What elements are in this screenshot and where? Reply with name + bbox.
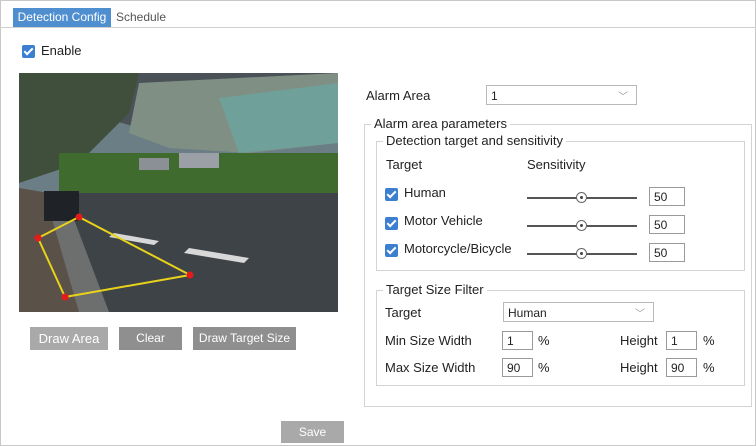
motorcycle-bicycle-slider-thumb[interactable] <box>576 248 587 259</box>
enable-label: Enable <box>41 43 82 58</box>
max-size-height-input[interactable]: 90 <box>666 358 697 377</box>
camera-preview[interactable] <box>19 73 338 312</box>
alarm-area-parameters-legend: Alarm area parameters <box>371 116 510 131</box>
size-filter-target-label: Target <box>385 305 422 320</box>
draw-target-size-button[interactable]: Draw Target Size <box>193 327 296 350</box>
tab-bar: Detection Config Schedule <box>0 0 756 28</box>
tab-schedule[interactable]: Schedule <box>111 8 171 27</box>
motor-vehicle-sensitivity-input[interactable]: 50 <box>649 215 685 234</box>
motorcycle-bicycle-sensitivity-input[interactable]: 50 <box>649 243 685 262</box>
human-checkbox[interactable] <box>385 188 398 201</box>
max-size-width-label: Max Size Width <box>385 360 476 375</box>
camera-scene <box>19 73 338 312</box>
enable-checkbox[interactable] <box>22 45 35 58</box>
min-size-width-input[interactable]: 1 <box>502 331 533 350</box>
tab-detection-config[interactable]: Detection Config <box>13 8 111 27</box>
min-size-height-input[interactable]: 1 <box>666 331 697 350</box>
max-size-width-input[interactable]: 90 <box>502 358 533 377</box>
max-height-label: Height <box>620 360 658 375</box>
alarm-area-select[interactable]: 1 ﹀ <box>486 85 637 105</box>
motorcycle-bicycle-checkbox[interactable] <box>385 244 398 257</box>
motor-vehicle-checkbox[interactable] <box>385 217 398 230</box>
min-height-label: Height <box>620 333 658 348</box>
alarm-area-label: Alarm Area <box>366 88 431 103</box>
human-sensitivity-input[interactable]: 50 <box>649 187 685 206</box>
motorcycle-bicycle-label: Motorcycle/Bicycle <box>404 241 512 256</box>
max-width-unit: % <box>538 360 550 375</box>
human-slider-thumb[interactable] <box>576 192 587 203</box>
chevron-down-icon: ﹀ <box>618 92 628 103</box>
min-height-unit: % <box>703 333 715 348</box>
alarm-area-value: 1 <box>491 89 498 103</box>
target-column-header: Target <box>386 157 423 172</box>
detection-target-legend: Detection target and sensitivity <box>383 133 567 148</box>
motor-vehicle-slider-thumb[interactable] <box>576 220 587 231</box>
draw-area-button[interactable]: Draw Area <box>30 327 108 350</box>
min-width-unit: % <box>538 333 550 348</box>
size-filter-target-value: Human <box>508 306 547 320</box>
size-filter-target-select[interactable]: Human ﹀ <box>503 302 654 322</box>
min-size-width-label: Min Size Width <box>385 333 472 348</box>
motor-vehicle-label: Motor Vehicle <box>404 213 483 228</box>
max-height-unit: % <box>703 360 715 375</box>
sensitivity-column-header: Sensitivity <box>527 157 586 172</box>
human-label: Human <box>404 185 446 200</box>
chevron-down-icon: ﹀ <box>635 309 645 320</box>
save-button[interactable]: Save <box>281 421 344 443</box>
target-size-filter-legend: Target Size Filter <box>383 282 487 297</box>
clear-button[interactable]: Clear <box>119 327 182 350</box>
